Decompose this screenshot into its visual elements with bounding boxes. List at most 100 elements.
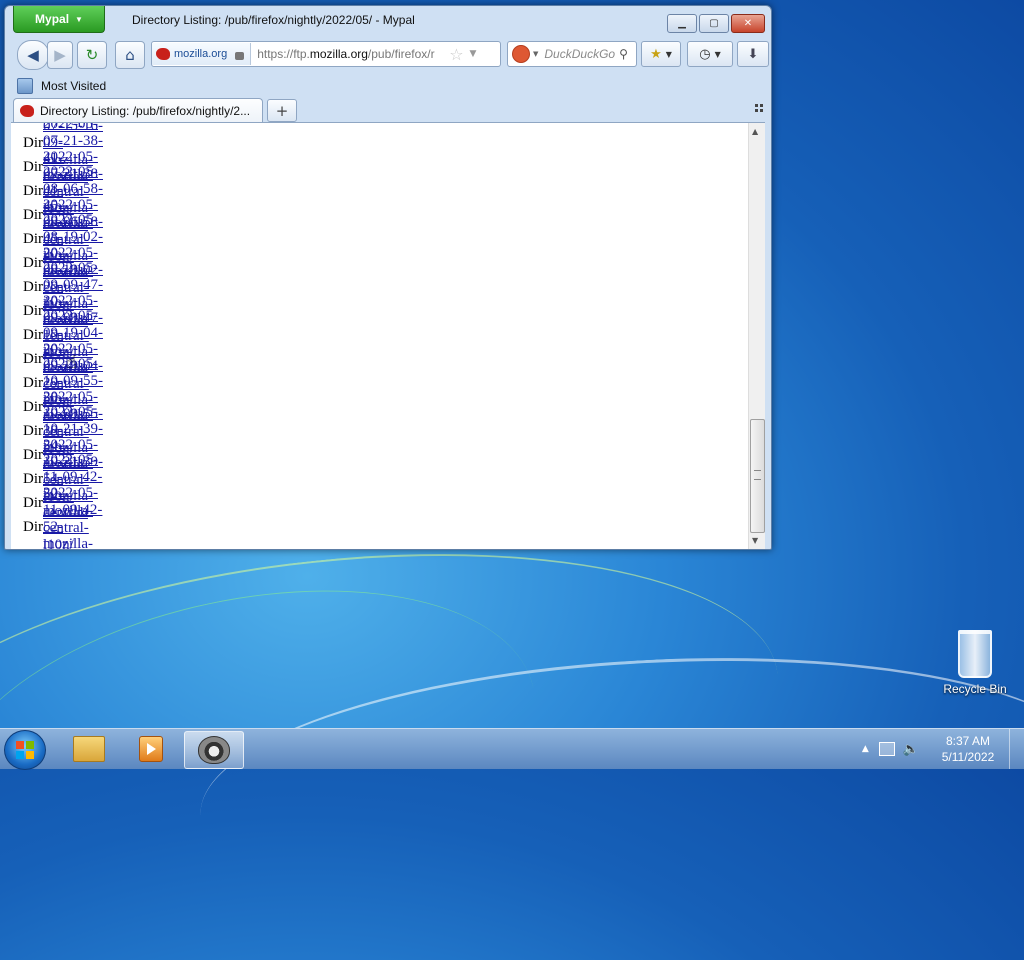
entry-type: Dir	[23, 422, 43, 439]
download-arrow-icon: ⬇	[747, 46, 759, 62]
window-controls: ▁ ▢ ✕	[667, 14, 765, 33]
clock-time: 8:37 AM	[945, 734, 991, 748]
lock-icon	[235, 52, 245, 60]
tab-strip: Directory Listing: /pub/firefox/nightly/…	[11, 98, 765, 122]
mozilla-favicon-icon	[20, 104, 34, 117]
entry-type: Dir	[23, 446, 43, 463]
most-visited-folder[interactable]: Most Visited	[41, 79, 106, 93]
grip-icon	[754, 470, 761, 480]
folder-icon	[73, 736, 105, 762]
show-desktop-button[interactable]	[1009, 729, 1024, 769]
arrow-right-icon: ▶	[54, 46, 66, 64]
minimize-icon: ▁	[678, 18, 686, 29]
chevron-down-icon[interactable]: ▼	[533, 50, 538, 58]
chevron-down-icon: ▼	[75, 14, 83, 24]
minimize-button[interactable]: ▁	[667, 14, 697, 33]
entry-type: Dir	[23, 278, 43, 295]
app-menu-label: Mypal	[35, 12, 70, 26]
window-title: Directory Listing: /pub/firefox/nightly/…	[132, 13, 415, 27]
url-prefix: https://ftp.	[257, 47, 310, 61]
search-bar[interactable]: ▼ DuckDuckGo ⚲	[507, 41, 637, 67]
url-input[interactable]: https://ftp.mozilla.org/pub/firefox/r	[251, 47, 447, 61]
taskbar-mypal[interactable]	[184, 731, 244, 769]
listing-row: Dir2022-05-11-09-42-52-mozilla-central/	[23, 485, 111, 550]
identity-label: mozilla.org	[174, 48, 228, 60]
scroll-up-icon[interactable]: ▲	[752, 127, 758, 136]
maximize-icon: ▢	[709, 18, 719, 29]
forward-button[interactable]: ▶	[47, 41, 73, 69]
entry-type: Dir	[23, 494, 43, 511]
entry-type: Dir	[23, 350, 43, 367]
entry-type: Dir	[23, 398, 43, 415]
entry-type: Dir	[23, 230, 43, 247]
tab-label: Directory Listing: /pub/firefox/nightly/…	[40, 103, 251, 118]
entry-type: Dir	[23, 326, 43, 343]
entry-type: Dir	[23, 374, 43, 391]
arrow-left-icon: ◀	[27, 46, 39, 64]
home-button[interactable]: ⌂	[115, 41, 145, 69]
clock-date: 5/11/2022	[941, 750, 995, 764]
chevron-down-icon: ▼	[665, 49, 672, 59]
entry-type: Dir	[23, 206, 43, 223]
entry-type: Dir	[23, 254, 43, 271]
start-button[interactable]	[4, 730, 46, 770]
most-visited-icon[interactable]	[17, 78, 33, 94]
scroll-down-icon[interactable]: ▼	[752, 536, 758, 545]
hand-cursor-icon: ☝	[66, 352, 77, 373]
mypal-raccoon-icon	[198, 736, 230, 764]
history-button[interactable]: ◷ ▼	[687, 41, 733, 67]
url-dropdown-icon[interactable]: ▼	[470, 49, 477, 59]
reload-icon: ↻	[85, 46, 99, 64]
entry-type: Dir	[23, 518, 43, 535]
maximize-button[interactable]: ▢	[699, 14, 729, 33]
recycle-bin-icon	[958, 630, 992, 678]
taskbar: ▲ 🔈 8:37 AM 5/11/2022	[0, 728, 1024, 770]
volume-icon[interactable]: 🔈	[903, 742, 919, 757]
bookmarks-menu-button[interactable]: ★ ▼	[641, 41, 681, 67]
url-bar[interactable]: mozilla.org https://ftp.mozilla.org/pub/…	[151, 41, 501, 67]
title-bar[interactable]: Mypal ▼ Directory Listing: /pub/firefox/…	[5, 6, 771, 36]
new-tab-button[interactable]: +	[267, 99, 297, 122]
bookmarks-toolbar: Most Visited	[11, 74, 765, 98]
reload-button[interactable]: ↻	[77, 41, 107, 69]
browser-window: Mypal ▼ Directory Listing: /pub/firefox/…	[4, 5, 772, 550]
home-icon: ⌂	[125, 46, 135, 64]
chevron-down-icon: ▼	[714, 49, 721, 59]
taskbar-explorer[interactable]	[60, 731, 118, 767]
downloads-button[interactable]: ⬇	[737, 41, 769, 67]
show-hidden-icons-icon[interactable]: ▲	[862, 744, 869, 754]
recycle-bin[interactable]: Recycle Bin	[938, 630, 1012, 696]
system-tray: ▲ 🔈 8:37 AM 5/11/2022	[862, 729, 1024, 769]
clock[interactable]: 8:37 AM 5/11/2022	[933, 733, 1003, 765]
page-content: Dir2022-05-07-15-16-09-mozilla-central/D…	[11, 122, 765, 549]
app-menu-button[interactable]: Mypal ▼	[13, 6, 105, 33]
directory-link[interactable]: 2022-05-11-09-42-52-mozilla-central/	[43, 485, 111, 550]
search-icon[interactable]: ⚲	[619, 47, 628, 61]
entry-type: Dir	[23, 158, 43, 175]
search-input[interactable]: DuckDuckGo	[544, 47, 615, 61]
navigation-toolbar: ◀ ▶ ↻ ⌂ mozilla.org https://ftp.mozilla.…	[11, 38, 769, 74]
back-button[interactable]: ◀	[17, 40, 49, 70]
bookmark-star-icon[interactable]: ☆	[449, 45, 463, 64]
duckduckgo-icon[interactable]	[512, 45, 530, 63]
tab-list-icon[interactable]	[755, 104, 763, 112]
tab-directory-listing[interactable]: Directory Listing: /pub/firefox/nightly/…	[13, 98, 263, 122]
entry-type: Dir	[23, 134, 43, 151]
entry-type: Dir	[23, 302, 43, 319]
site-identity-button[interactable]: mozilla.org	[152, 43, 252, 65]
url-host: mozilla.org	[309, 47, 368, 61]
windows-logo-icon	[16, 741, 34, 759]
vertical-scrollbar[interactable]: ▲ ▼	[748, 123, 765, 549]
close-button[interactable]: ✕	[731, 14, 765, 33]
taskbar-media-player[interactable]	[122, 731, 180, 767]
mozilla-favicon-icon	[156, 48, 170, 60]
entry-type: Dir	[23, 182, 43, 199]
close-icon: ✕	[743, 18, 753, 29]
bookmarks-icon: ★	[650, 46, 662, 62]
network-icon[interactable]	[878, 742, 895, 756]
scroll-thumb[interactable]	[750, 419, 765, 533]
plus-icon: +	[275, 101, 289, 120]
recycle-bin-label: Recycle Bin	[943, 682, 1007, 696]
url-path: /pub/firefox/r	[367, 47, 435, 61]
clock-icon: ◷	[699, 46, 711, 62]
